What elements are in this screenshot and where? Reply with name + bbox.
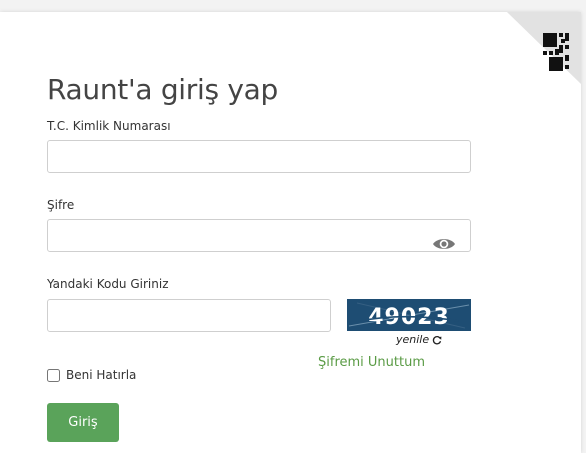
eye-icon[interactable]: [432, 236, 456, 252]
tc-label: T.C. Kimlik Numarası: [47, 119, 171, 133]
page-title: Raunt'a giriş yap: [47, 73, 278, 106]
captcha-image: 49023: [347, 299, 471, 331]
captcha-label: Yandaki Kodu Giriniz: [47, 277, 169, 291]
forgot-password-link[interactable]: Şifremi Unuttum: [318, 355, 425, 370]
login-card: Raunt'a giriş yap T.C. Kimlik Numarası Ş…: [0, 12, 581, 453]
password-field[interactable]: [47, 219, 471, 252]
remember-me[interactable]: Beni Hatırla: [47, 368, 136, 382]
password-label: Şifre: [47, 198, 75, 212]
remember-me-checkbox[interactable]: [47, 368, 60, 382]
login-button[interactable]: Giriş: [47, 403, 119, 442]
captcha-field[interactable]: [47, 299, 331, 332]
tc-number-field[interactable]: [47, 140, 471, 173]
remember-me-label: Beni Hatırla: [66, 368, 137, 382]
refresh-label: yenile: [396, 333, 430, 346]
refresh-icon: [432, 335, 442, 344]
qr-code-icon[interactable]: [507, 12, 581, 84]
captcha-refresh-button[interactable]: yenile: [396, 333, 442, 346]
